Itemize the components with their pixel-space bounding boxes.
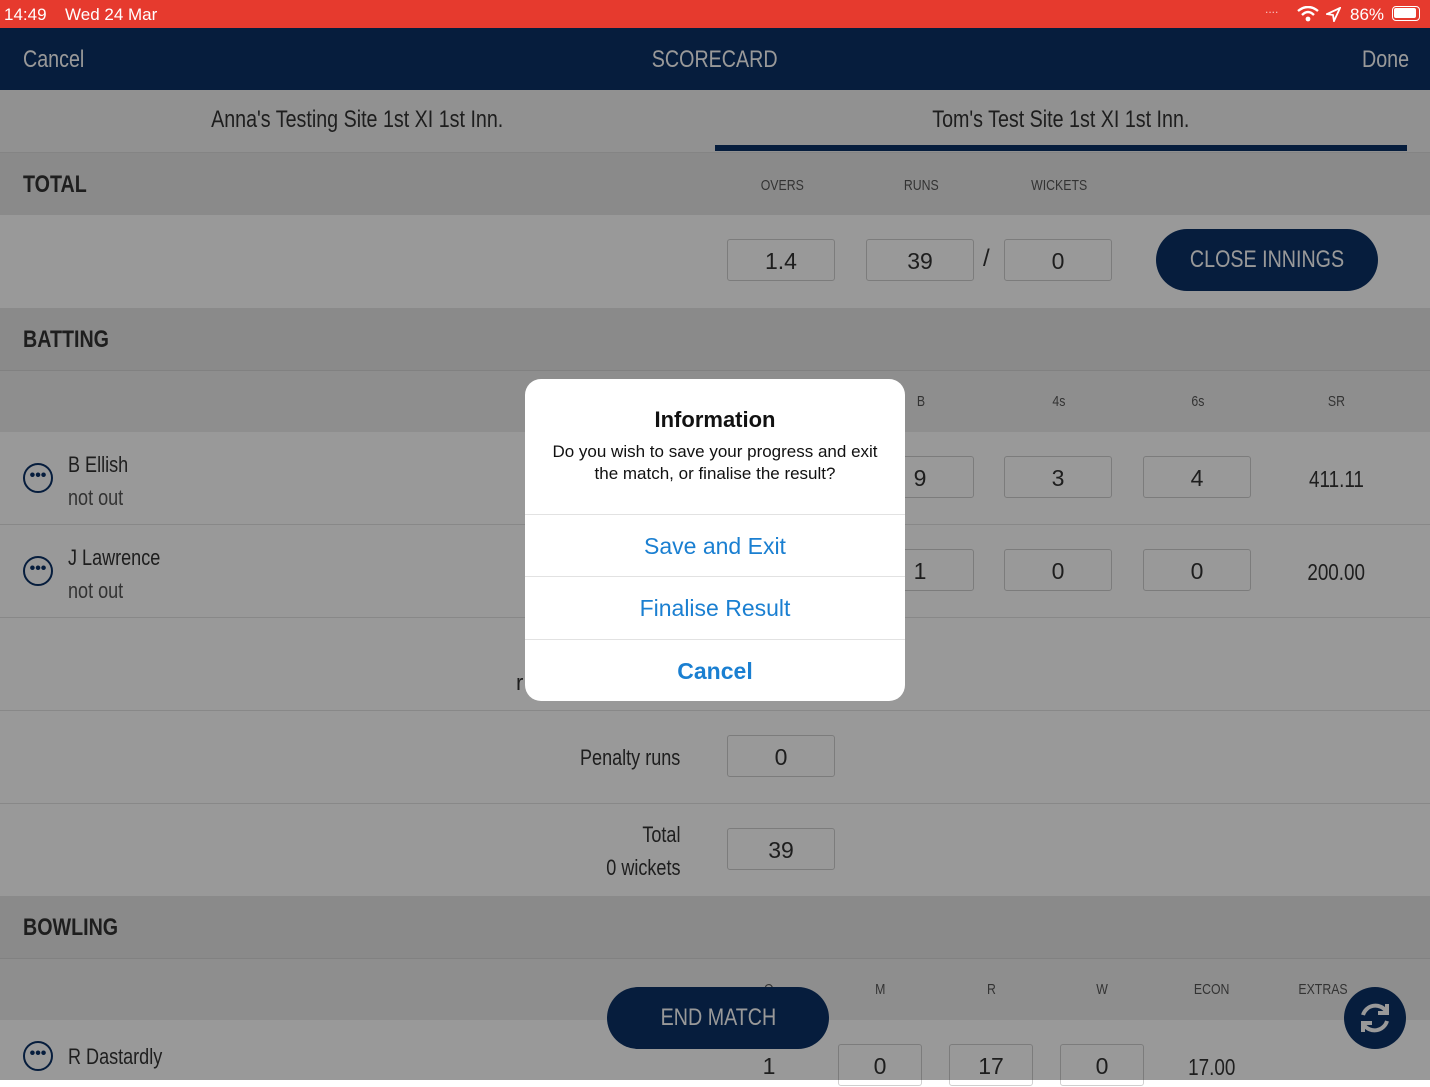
dialog-message: Do you wish to save your progress and ex…: [552, 442, 878, 483]
save-and-exit-button[interactable]: Save and Exit: [525, 514, 905, 577]
finalise-result-button[interactable]: Finalise Result: [525, 576, 905, 639]
status-date: Wed 24 Mar: [65, 5, 158, 24]
information-dialog: Information Do you wish to save your pro…: [525, 379, 905, 701]
dialog-title: Information: [654, 407, 776, 432]
status-bar: 14:49 Wed 24 Mar .... 86%: [0, 0, 1430, 28]
battery-icon: [1392, 6, 1420, 21]
battery-percent: 86%: [1350, 5, 1385, 24]
dialog-cancel-button[interactable]: Cancel: [525, 639, 905, 701]
signal-icon: ....: [1265, 2, 1279, 16]
status-time: 14:49: [4, 5, 47, 24]
wifi-icon: [1297, 6, 1319, 22]
location-icon: [1326, 7, 1341, 22]
